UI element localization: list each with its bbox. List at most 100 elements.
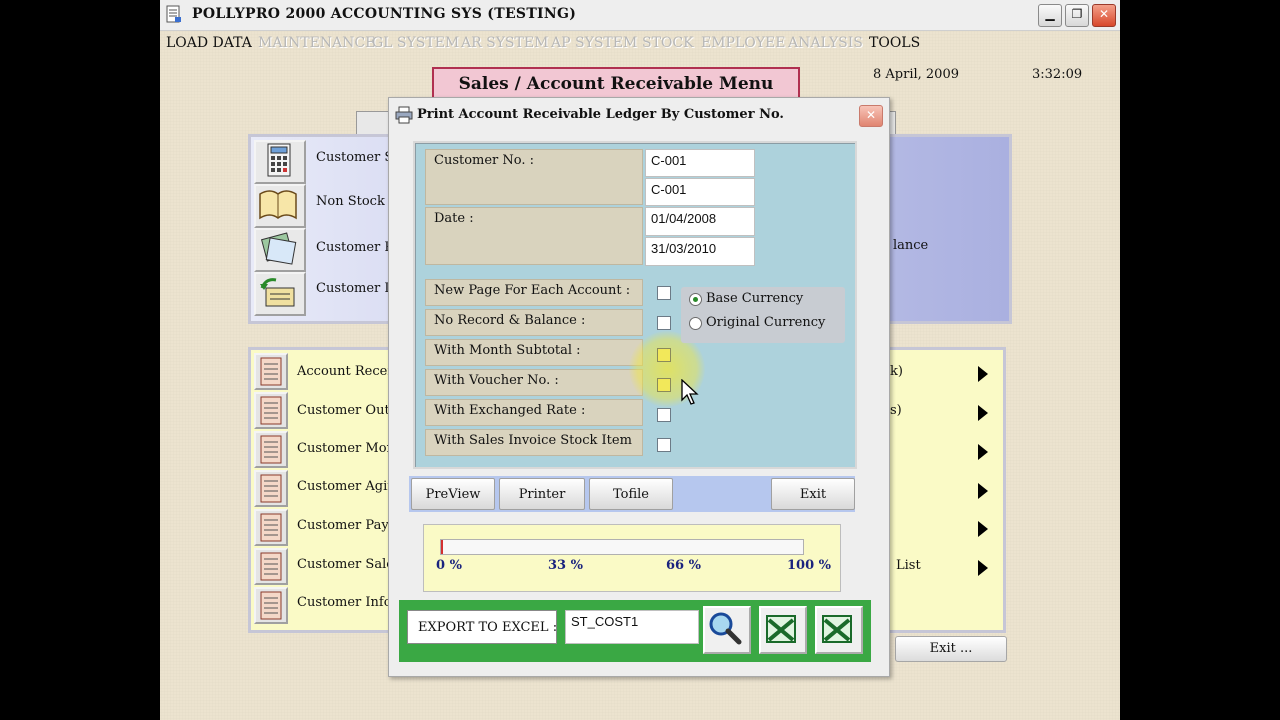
option-label-month-subtotal: With Month Subtotal : [425,339,643,366]
customer-from-field[interactable]: C-001 [645,149,755,177]
report-button-4[interactable] [254,470,288,507]
report-icon [260,357,282,386]
new-page-checkbox[interactable] [657,286,671,300]
voucher-no-checkbox[interactable] [657,378,671,392]
base-currency-radio[interactable] [689,293,702,306]
submenu-arrow-icon[interactable] [978,444,988,460]
report-icon [260,474,282,503]
customer-to-field[interactable]: C-001 [645,178,755,206]
original-currency-label[interactable]: Original Currency [706,315,825,330]
report-button-5[interactable] [254,509,288,546]
report-button-3[interactable] [254,431,288,468]
menu-ar-system[interactable]: AR SYSTEM [461,35,548,51]
exit-button[interactable]: Exit [771,478,855,510]
menu-maintenance[interactable]: MAINTENANCE [258,35,375,51]
ledger-dialog: Print Account Receivable Ledger By Custo… [388,97,890,677]
report-label-monthly[interactable]: Customer Mont [297,441,400,456]
menu-load-data[interactable]: LOAD DATA [166,35,252,51]
progress-tick-66: 66 % [666,558,701,573]
report-icon [260,435,282,464]
menu-ap-system[interactable]: AP SYSTEM [551,35,637,51]
progress-tick-100: 100 % [787,558,832,573]
customer-no-label: Customer No. : [425,149,643,205]
original-currency-radio[interactable] [689,317,702,330]
date-from-field[interactable]: 01/04/2008 [645,207,755,236]
printer-icon [395,106,413,124]
customer-payment-button[interactable] [254,228,306,272]
export-bar: EXPORT TO EXCEL : ST_COST1 [399,600,871,662]
criteria-panel: Customer No. : C-001 C-001 Date : 01/04/… [413,141,857,469]
report-right-label-1: k) [890,364,903,379]
balance-label: lance [893,238,929,253]
current-date: 8 April, 2009 [873,67,959,82]
no-record-checkbox[interactable] [657,316,671,330]
restore-button[interactable]: ❐ [1065,4,1089,27]
menu-stock[interactable]: STOCK [642,35,694,51]
menu-analysis[interactable]: ANALYSIS [788,35,863,51]
mouse-cursor-icon [681,379,699,405]
month-subtotal-checkbox[interactable] [657,348,671,362]
customer-sales-button[interactable] [254,140,306,184]
export-filename-field[interactable]: ST_COST1 [565,610,699,644]
submenu-arrow-icon[interactable] [978,405,988,421]
main-exit-button[interactable]: Exit ... [895,636,1007,662]
window-titlebar: POLLYPRO 2000 ACCOUNTING SYS (TESTING) ▁… [160,0,1120,31]
non-stock-label: Non Stock A [316,194,399,209]
submenu-arrow-icon[interactable] [978,521,988,537]
customer-deposit-button[interactable] [254,272,306,316]
report-label-outstanding[interactable]: Customer Outst [297,403,402,418]
report-label-aging[interactable]: Customer Agin [297,479,396,494]
dialog-close-button[interactable]: ✕ [859,105,883,127]
non-stock-button[interactable] [254,184,306,228]
report-label-sales[interactable]: Customer Sales [297,557,401,572]
excel-icon [766,615,796,643]
submenu-arrow-icon[interactable] [978,483,988,499]
report-icon [260,591,282,620]
report-right-label-6: List [896,558,921,573]
report-label-account-receivable[interactable]: Account Receiv [297,364,399,379]
menu-gl-system[interactable]: GL SYSTEM [372,35,459,51]
currency-group: Base Currency Original Currency [681,287,845,343]
report-icon [260,552,282,581]
menu-tools[interactable]: TOOLS [869,35,920,51]
printer-button[interactable]: Printer [499,478,585,510]
minimize-button[interactable]: ▁ [1038,4,1062,27]
export-label: EXPORT TO EXCEL : [407,610,557,644]
option-label-voucher-no: With Voucher No. : [425,369,643,396]
progress-tick-0: 0 % [436,558,462,573]
tofile-button[interactable]: Tofile [589,478,673,510]
report-button-6[interactable] [254,548,288,585]
option-label-new-page: New Page For Each Account : [425,279,643,306]
menu-employee[interactable]: EMPLOYEE [701,35,785,51]
app-icon [166,5,182,23]
export-excel-button-1[interactable] [759,606,807,654]
report-button-2[interactable] [254,392,288,429]
search-button[interactable] [703,606,751,654]
payment-icon [260,232,297,265]
option-label-sales-invoice-stock: With Sales Invoice Stock Item [425,429,643,456]
exchanged-rate-checkbox[interactable] [657,408,671,422]
excel-icon [822,615,852,643]
preview-button[interactable]: PreView [411,478,495,510]
base-currency-label[interactable]: Base Currency [706,291,803,306]
close-button[interactable]: ✕ [1092,4,1116,27]
report-label-information[interactable]: Customer Infor [297,595,398,610]
option-label-exchanged-rate: With Exchanged Rate : [425,399,643,426]
application-window: POLLYPRO 2000 ACCOUNTING SYS (TESTING) ▁… [160,0,1120,720]
option-label-no-record: No Record & Balance : [425,309,643,336]
report-button-7[interactable] [254,587,288,624]
report-icon [260,513,282,542]
submenu-arrow-icon[interactable] [978,560,988,576]
report-right-label-2: s) [890,403,902,418]
export-excel-button-2[interactable] [815,606,863,654]
window-title: POLLYPRO 2000 ACCOUNTING SYS (TESTING) [192,6,577,22]
magnifier-icon [709,612,742,645]
progress-marker [441,540,443,554]
menu-bar: LOAD DATA MAINTENANCE GL SYSTEM AR SYSTE… [160,32,1120,54]
submenu-arrow-icon[interactable] [978,366,988,382]
date-to-field[interactable]: 31/03/2010 [645,237,755,266]
dialog-button-bar: PreView Printer Tofile Exit [409,476,855,512]
sales-invoice-stock-checkbox[interactable] [657,438,671,452]
report-button-1[interactable] [254,353,288,390]
report-label-payment[interactable]: Customer Paym [297,518,401,533]
